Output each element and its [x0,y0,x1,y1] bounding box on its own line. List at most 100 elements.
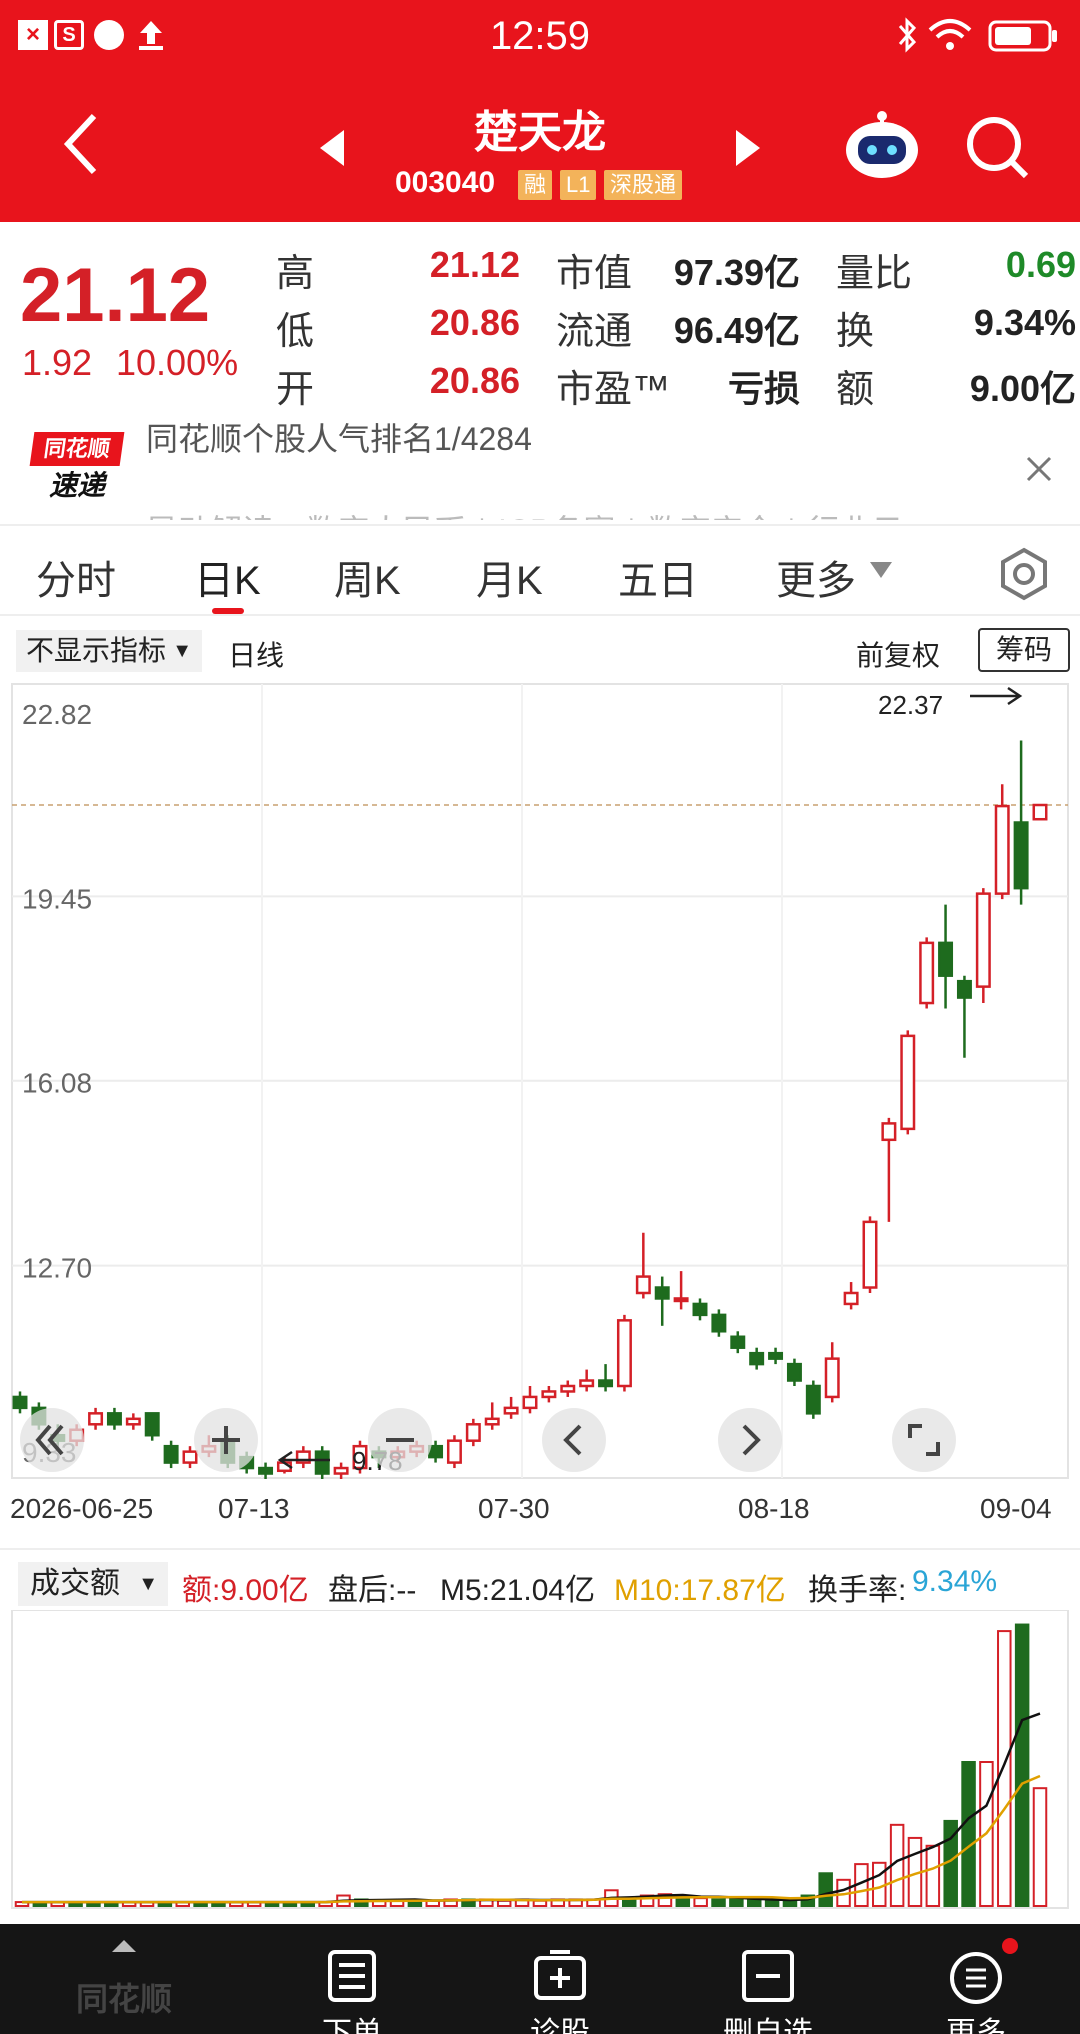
candle-body [843,1291,859,1306]
volume-amount: 额:9.00亿 [182,1574,309,1607]
label-volume-ratio: 量比 [836,253,913,295]
candle-body [258,1466,274,1475]
volume-bar [711,1898,726,1908]
double-chevron-left-icon [35,1424,64,1456]
wifi-icon [928,19,972,50]
y-tick-label: 16.08 [22,1068,92,1099]
tonghuashun-express-logo: 同花顺 速递 [29,432,125,508]
tab-five-day[interactable]: 五日 [618,548,698,606]
candle-body [768,1351,784,1360]
y-tick-label: 22.82 [22,699,92,730]
candle-body [446,1439,462,1464]
candle-body [12,1395,28,1410]
robot-assistant-icon[interactable] [842,106,922,186]
tab-daily-k[interactable]: 日K [194,548,261,606]
candle-body [560,1384,576,1393]
scroll-left-button[interactable] [20,1408,84,1472]
badge-shenguzhong: 深股通 [604,170,683,200]
candle-body [465,1423,481,1442]
label-market-cap: 市值 [556,253,633,295]
zoom-in-button[interactable] [194,1408,258,1472]
tab-more[interactable]: 更多 [776,548,856,606]
candle-body [144,1412,160,1437]
more-menu-icon[interactable] [948,1948,1004,2004]
volume-bar [818,1872,833,1908]
chevron-left-icon [563,1424,582,1456]
search-icon[interactable] [962,112,1032,182]
stock-code: 003040 [395,166,496,199]
price-change: 1.92 [22,342,93,383]
x-date-label: 07-30 [478,1493,550,1524]
ma5-line [22,1712,1041,1904]
next-candle-button[interactable] [718,1408,782,1472]
expand-icon [908,1424,940,1456]
candle-body [692,1302,708,1317]
news-headline[interactable]: 同花顺个股人气排名1/4284 [146,414,532,460]
candle-body [484,1417,500,1426]
chevron-down-icon: ▼ [138,1573,158,1595]
tab-monthly-k[interactable]: 月K [476,548,543,606]
value-float-cap: 96.49亿 [673,310,800,351]
candle-body [711,1313,727,1333]
notification-dot [1002,1938,1018,1954]
indicator-dropdown[interactable]: 不显示指标 ▼ [16,630,202,672]
diagnose-icon[interactable] [532,1948,588,2004]
candle-body [88,1412,104,1426]
minus-icon [386,1438,414,1442]
value-turnover: 9.34% [973,302,1076,343]
prev-candle-button[interactable] [542,1408,606,1472]
chevron-down-icon: ▼ [172,640,192,662]
label-high: 高 [276,253,315,295]
plus-icon [212,1426,240,1454]
candle-body [541,1390,557,1399]
fullscreen-button[interactable] [892,1408,956,1472]
candle-body [503,1406,519,1415]
volume-bar [1014,1623,1030,1908]
zoom-out-button[interactable] [368,1408,432,1472]
volume-bar [496,1899,512,1908]
nav-more-label[interactable]: 更多 [916,2008,1036,2034]
nav-order-label[interactable]: 下单 [292,2008,412,2034]
news-subline[interactable]: 异动解读：数字人民币＋ICP备案＋数字安全＋行业云 [146,506,946,520]
volume-indicator-label: 成交额 [30,1567,120,1600]
candle-body [1032,803,1048,821]
candle-body [125,1417,141,1426]
value-volume-ratio: 0.69 [1005,244,1076,285]
volume-ma10: M10:17.87亿 [614,1574,786,1607]
more-dropdown-icon[interactable] [868,560,894,580]
volume-indicator-dropdown[interactable]: 成交额 ▼ [18,1562,168,1606]
order-icon[interactable] [324,1948,380,2004]
y-tick-label: 19.45 [22,883,92,914]
value-amount: 9.00亿 [969,368,1076,409]
candle-body [616,1319,632,1388]
value-market-cap: 97.39亿 [673,252,800,293]
x-date-label: 09-04 [980,1493,1052,1524]
nav-diagnose-label[interactable]: 诊股 [500,2008,620,2034]
nav-remove-label[interactable]: 删自选 [708,2008,828,2034]
tab-weekly-k[interactable]: 周K [334,548,401,606]
candle-body [805,1384,821,1415]
candle-body [635,1275,651,1295]
turnover-value: 9.34% [912,1565,998,1598]
value-high: 21.12 [429,244,520,285]
after-hours: 盘后:-- [328,1574,417,1607]
candle-body [333,1466,349,1475]
volume-chart[interactable] [0,1610,1080,1910]
candle-body [975,892,991,988]
close-icon[interactable] [1024,454,1054,484]
ma10-line [22,1774,1041,1904]
candle-body [881,1122,897,1142]
next-stock-icon[interactable] [734,128,762,168]
battery-icon [988,20,1057,52]
adjust-button[interactable]: 前复权 [856,634,940,674]
chips-button[interactable]: 筹码 [978,628,1070,672]
candle-body [824,1357,840,1399]
settings-hexagon-icon[interactable] [996,546,1052,602]
nav-home-label[interactable]: 同花顺 [64,1974,184,2020]
remove-watchlist-icon[interactable] [740,1948,796,2004]
value-pe: 亏损 [727,368,800,409]
candle-body [1013,821,1029,890]
y-tick-label: 12.70 [22,1253,92,1284]
x-date-label: 08-18 [738,1493,810,1524]
tab-intraday[interactable]: 分时 [36,548,116,606]
